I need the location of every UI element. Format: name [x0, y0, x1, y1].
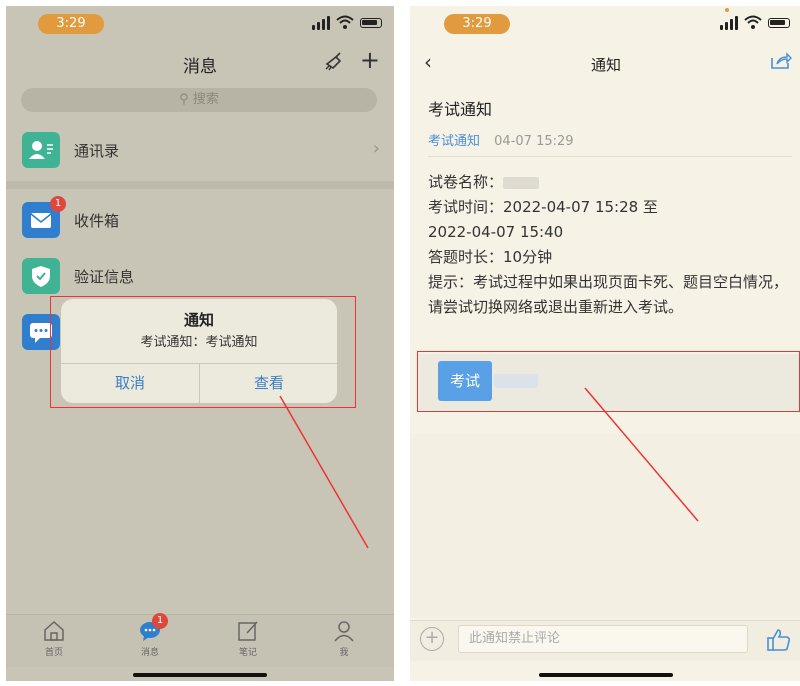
annotation-arrow-left — [279, 395, 369, 549]
annotation-arrow-right — [584, 387, 699, 522]
annotation-arrows — [279, 387, 699, 549]
